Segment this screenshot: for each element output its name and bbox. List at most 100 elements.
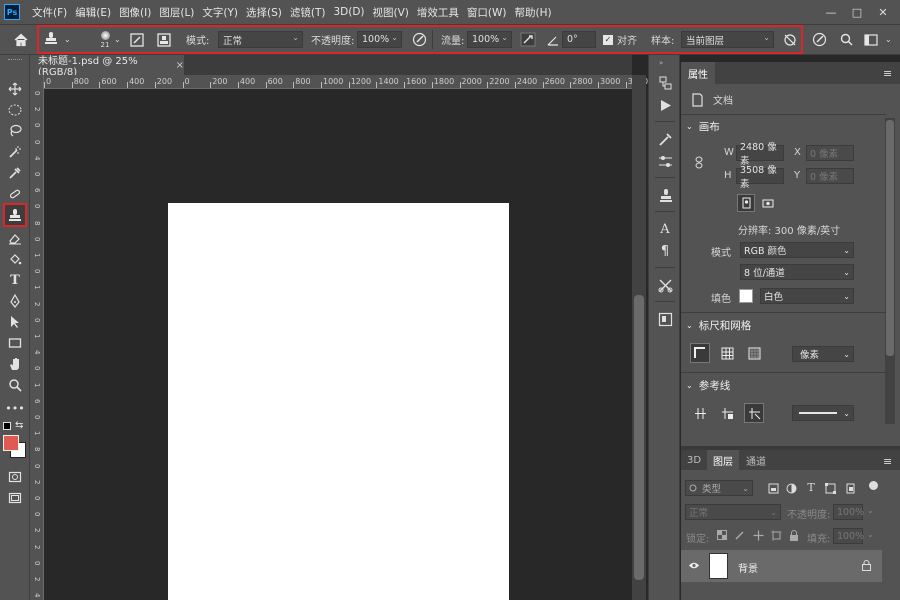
link-icon[interactable]	[694, 156, 704, 172]
chevron-down-icon[interactable]: ⌄	[867, 530, 874, 539]
magic-wand-icon[interactable]	[5, 142, 25, 162]
rectangle-tool-icon[interactable]	[5, 333, 25, 353]
menu-image[interactable]: 图像(I)	[115, 5, 155, 20]
zoom-tool-icon[interactable]	[5, 375, 25, 395]
eye-icon[interactable]	[688, 561, 700, 573]
canvas-section-header[interactable]: ⌄ 画布	[686, 119, 720, 134]
ruler-toggle-icon[interactable]	[690, 343, 710, 363]
chevron-down-icon[interactable]: ⌄	[114, 25, 121, 54]
smart-guides-icon[interactable]	[744, 403, 764, 423]
menu-type[interactable]: 文字(Y)	[198, 5, 242, 20]
airbrush-icon[interactable]	[520, 25, 536, 54]
rulers-grids-section-header[interactable]: ⌄ 标尺和网格	[686, 318, 751, 333]
portrait-orientation-icon[interactable]	[737, 194, 755, 212]
color-mode-dropdown[interactable]: RGB 颜色 ⌄	[740, 242, 854, 258]
menu-plugins[interactable]: 增效工具	[413, 5, 463, 20]
minimize-button[interactable]: —	[818, 0, 844, 24]
flow-field[interactable]: 100% ⌄	[467, 31, 512, 48]
panel-menu-icon[interactable]: ≡	[883, 455, 892, 468]
guide-style-dropdown[interactable]: ⌄	[792, 405, 854, 421]
ignore-adjustment-layers-icon[interactable]	[783, 25, 797, 54]
clone-stamp-tool-icon[interactable]	[3, 203, 27, 227]
tab-3d[interactable]: 3D	[681, 450, 707, 470]
lock-guides-icon[interactable]	[717, 403, 737, 423]
filter-type-icon[interactable]: T	[804, 480, 818, 494]
history-panel-icon[interactable]	[655, 73, 675, 93]
eraser-icon[interactable]	[5, 228, 25, 248]
canvas-scrollbar-thumb[interactable]	[634, 295, 644, 580]
lock-pixels-icon[interactable]	[734, 529, 746, 541]
toggle-brush-settings-icon[interactable]	[130, 25, 144, 54]
lock-artboard-icon[interactable]	[770, 529, 782, 541]
height-field[interactable]: 3508 像素	[736, 165, 784, 190]
width-field[interactable]: 2480 像素	[736, 142, 784, 167]
character-panel-icon[interactable]: A	[655, 219, 675, 239]
lasso-tool-icon[interactable]	[5, 121, 25, 141]
document-canvas[interactable]	[168, 203, 509, 600]
grid-toggle-icon[interactable]	[717, 343, 737, 363]
filter-adjustment-icon[interactable]	[784, 481, 798, 495]
menu-file[interactable]: 文件(F)	[28, 5, 71, 20]
paragraph-panel-icon[interactable]: ¶	[655, 241, 675, 261]
ruler-unit-dropdown[interactable]: 像素 ⌄	[792, 346, 854, 362]
brushes-panel-icon[interactable]	[655, 129, 675, 149]
tab-layers[interactable]: 图层	[707, 450, 739, 470]
fill-color-swatch[interactable]	[739, 289, 753, 303]
path-selection-icon[interactable]	[5, 312, 25, 332]
search-icon[interactable]	[840, 25, 853, 54]
document-tab[interactable]: 未标题-1.psd @ 25%(RGB/8) ×	[30, 55, 184, 78]
guides-toggle-icon[interactable]	[690, 403, 710, 423]
pressure-size-icon[interactable]	[812, 25, 827, 54]
menu-select[interactable]: 选择(S)	[242, 5, 286, 20]
clone-source-panel-icon[interactable]	[157, 25, 171, 54]
workspace-icon[interactable]	[864, 25, 878, 54]
filter-toggle-icon[interactable]	[869, 481, 878, 490]
lock-position-icon[interactable]	[752, 529, 764, 541]
landscape-orientation-icon[interactable]	[759, 194, 777, 212]
pressure-opacity-icon[interactable]	[412, 25, 427, 54]
actions-play-icon[interactable]	[655, 95, 675, 115]
type-tool-icon[interactable]: T	[5, 270, 25, 290]
menu-view[interactable]: 视图(V)	[369, 5, 413, 20]
bit-depth-dropdown[interactable]: 8 位/通道 ⌄	[740, 264, 854, 280]
default-colors-icon[interactable]	[3, 422, 11, 430]
x-field[interactable]: 0 像素	[806, 145, 854, 161]
marquee-tool-icon[interactable]	[5, 100, 25, 120]
panel-menu-icon[interactable]: ≡	[883, 67, 892, 80]
foreground-color-swatch[interactable]	[3, 435, 19, 451]
opacity-field[interactable]: 100% ⌄	[357, 31, 402, 48]
mode-dropdown[interactable]: 正常 ⌄	[218, 31, 303, 48]
close-window-button[interactable]: ✕	[870, 0, 896, 24]
clone-source-icon[interactable]	[655, 185, 675, 205]
layer-fill-field[interactable]: 100%	[833, 528, 864, 544]
restore-button[interactable]: □	[844, 0, 870, 24]
horizontal-ruler[interactable]: 0 800 600 400 200 0 200 400 600 800 1000 1200 1400 16…	[44, 75, 648, 89]
layer-opacity-field[interactable]: 100%	[833, 504, 864, 520]
filter-pixel-icon[interactable]	[766, 481, 780, 495]
lock-icon[interactable]	[862, 560, 871, 574]
angle-field[interactable]: 0°	[562, 31, 596, 48]
more-tools-icon[interactable]: •••	[5, 398, 25, 418]
pen-tool-icon[interactable]	[5, 291, 25, 311]
tool-preset-picker[interactable]: ⌄	[44, 25, 78, 54]
blend-mode-dropdown[interactable]: 正常 ⌄	[685, 504, 781, 520]
eyedropper-icon[interactable]	[5, 163, 25, 183]
screen-mode-icon[interactable]	[5, 488, 25, 508]
menu-help[interactable]: 帮助(H)	[511, 5, 556, 20]
guides-section-header[interactable]: ⌄ 参考线	[686, 378, 730, 393]
menu-edit[interactable]: 编辑(E)	[71, 5, 115, 20]
swap-colors-icon[interactable]: ⇆	[15, 420, 23, 431]
layer-name[interactable]: 背景	[738, 560, 758, 575]
menu-3d[interactable]: 3D(D)	[329, 6, 368, 18]
sample-dropdown[interactable]: 当前图层 ⌄	[681, 31, 774, 48]
tools-scissors-icon[interactable]	[655, 275, 675, 295]
paint-bucket-icon[interactable]	[5, 249, 25, 269]
properties-dock-icon[interactable]	[655, 309, 675, 329]
close-tab-icon[interactable]: ×	[176, 60, 184, 71]
filter-smart-object-icon[interactable]	[843, 481, 857, 495]
home-icon[interactable]	[12, 25, 30, 54]
pixel-grid-icon[interactable]	[744, 343, 764, 363]
healing-brush-icon[interactable]	[5, 184, 25, 204]
lock-all-icon[interactable]	[788, 529, 800, 541]
chevron-down-icon[interactable]: ⌄	[867, 506, 874, 515]
